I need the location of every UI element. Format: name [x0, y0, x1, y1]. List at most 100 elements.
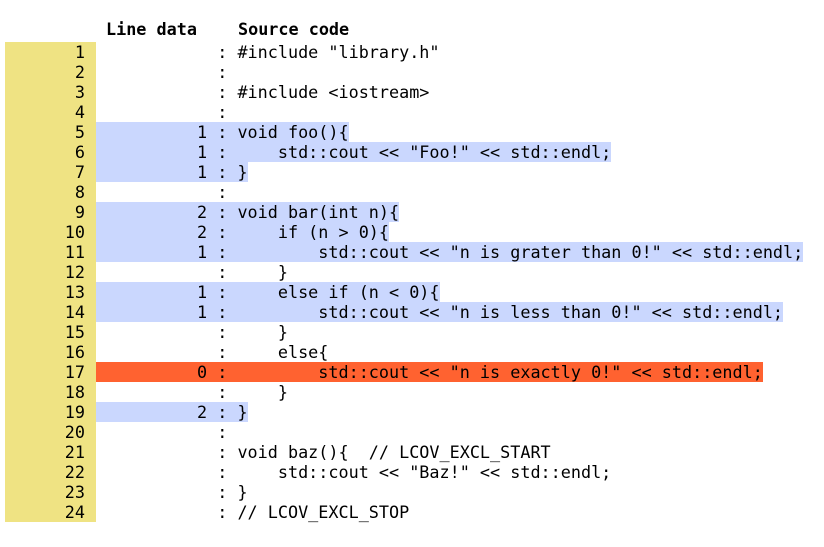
hit-count: 1 [96, 242, 208, 262]
line-number: 14 [5, 302, 96, 322]
hit-count [96, 42, 207, 62]
source-line: 9 2 : void bar(int n){ [5, 202, 803, 222]
line-content: : } [96, 322, 288, 342]
hit-count [96, 422, 207, 442]
source-line: 10 2 : if (n > 0){ [5, 222, 803, 242]
hit-count: 1 [96, 302, 208, 322]
source-text: #include <iostream> [237, 82, 430, 102]
separator: : [207, 462, 238, 482]
hit-count [96, 382, 207, 402]
source-line: 5 1 : void foo(){ [5, 122, 803, 142]
separator: : [207, 242, 238, 262]
source-line: 4 : [5, 102, 803, 122]
line-number: 13 [5, 282, 96, 302]
source-line: 21 : void baz(){ // LCOV_EXCL_START [5, 442, 803, 462]
source-text: } [237, 402, 248, 422]
hit-count: 1 [96, 162, 208, 182]
separator: : [207, 142, 238, 162]
line-number: 12 [5, 262, 96, 282]
source-code-header: Source code [238, 19, 350, 39]
source-line: 19 2 : } [5, 402, 803, 422]
covered-line: 1 : std::cout << "Foo!" << std::endl; [96, 142, 612, 162]
line-number: 11 [5, 242, 96, 262]
separator: : [207, 302, 238, 322]
line-number: 19 [5, 402, 96, 422]
source-line: 12 : } [5, 262, 803, 282]
source-text: std::cout << "n is less than 0!" << std:… [237, 302, 784, 322]
line-content: : [96, 102, 237, 122]
line-content: : // LCOV_EXCL_STOP [96, 502, 409, 522]
hit-count [96, 182, 207, 202]
hit-count: 1 [96, 142, 208, 162]
line-number: 3 [5, 82, 96, 102]
source-text: else if (n < 0){ [237, 282, 440, 302]
source-text: } [237, 382, 288, 402]
line-number: 22 [5, 462, 96, 482]
line-content: : else{ [96, 342, 328, 362]
source-line: 1 : #include "library.h" [5, 42, 803, 62]
line-content: : [96, 182, 237, 202]
source-text: } [237, 322, 288, 342]
separator: : [207, 122, 238, 142]
line-number: 8 [5, 182, 96, 202]
source-line: 6 1 : std::cout << "Foo!" << std::endl; [5, 142, 803, 162]
covered-line: 2 : } [96, 402, 248, 422]
hit-count [96, 342, 207, 362]
source-line: 3 : #include <iostream> [5, 82, 803, 102]
hit-count [96, 82, 207, 102]
separator: : [207, 502, 238, 522]
line-number: 4 [5, 102, 96, 122]
separator: : [207, 222, 238, 242]
uncovered-line: 0 : std::cout << "n is exactly 0!" << st… [96, 362, 763, 382]
source-line: 13 1 : else if (n < 0){ [5, 282, 803, 302]
covered-line: 1 : } [96, 162, 248, 182]
line-number: 15 [5, 322, 96, 342]
source-text: } [237, 162, 248, 182]
hit-count [96, 462, 207, 482]
separator: : [207, 342, 238, 362]
line-content: : [96, 62, 237, 82]
line-number: 24 [5, 502, 96, 522]
hit-count: 2 [96, 202, 208, 222]
line-content: : std::cout << "Baz!" << std::endl; [96, 462, 611, 482]
line-number: 5 [5, 122, 96, 142]
hit-count: 2 [96, 402, 208, 422]
source-line: 8 : [5, 182, 803, 202]
line-data-header: Line data [106, 19, 197, 39]
line-number: 6 [5, 142, 96, 162]
line-content: : #include <iostream> [96, 82, 429, 102]
source-text: if (n > 0){ [237, 222, 390, 242]
source-line: 22 : std::cout << "Baz!" << std::endl; [5, 462, 803, 482]
source-text: else{ [237, 342, 329, 362]
hit-count: 2 [96, 222, 208, 242]
line-number: 7 [5, 162, 96, 182]
line-number: 10 [5, 222, 96, 242]
separator: : [207, 262, 238, 282]
separator: : [207, 422, 238, 442]
covered-line: 2 : void bar(int n){ [96, 202, 400, 222]
separator: : [207, 202, 238, 222]
separator: : [207, 442, 238, 462]
separator: : [207, 82, 238, 102]
hit-count [96, 262, 207, 282]
line-content: : #include "library.h" [96, 42, 439, 62]
hit-count [96, 62, 207, 82]
separator: : [207, 402, 238, 422]
line-number: 20 [5, 422, 96, 442]
hit-count [96, 102, 207, 122]
separator: : [207, 62, 238, 82]
separator: : [207, 182, 238, 202]
source-line: 14 1 : std::cout << "n is less than 0!" … [5, 302, 803, 322]
line-number: 18 [5, 382, 96, 402]
source-line: 15 : } [5, 322, 803, 342]
line-number: 23 [5, 482, 96, 502]
separator: : [207, 362, 238, 382]
line-content: : } [96, 262, 288, 282]
separator: : [207, 102, 238, 122]
source-line: 20 : [5, 422, 803, 442]
line-content: : [96, 422, 237, 442]
separator: : [207, 42, 238, 62]
source-line: 18 : } [5, 382, 803, 402]
covered-line: 1 : std::cout << "n is grater than 0!" <… [96, 242, 804, 262]
hit-count: 0 [96, 362, 208, 382]
